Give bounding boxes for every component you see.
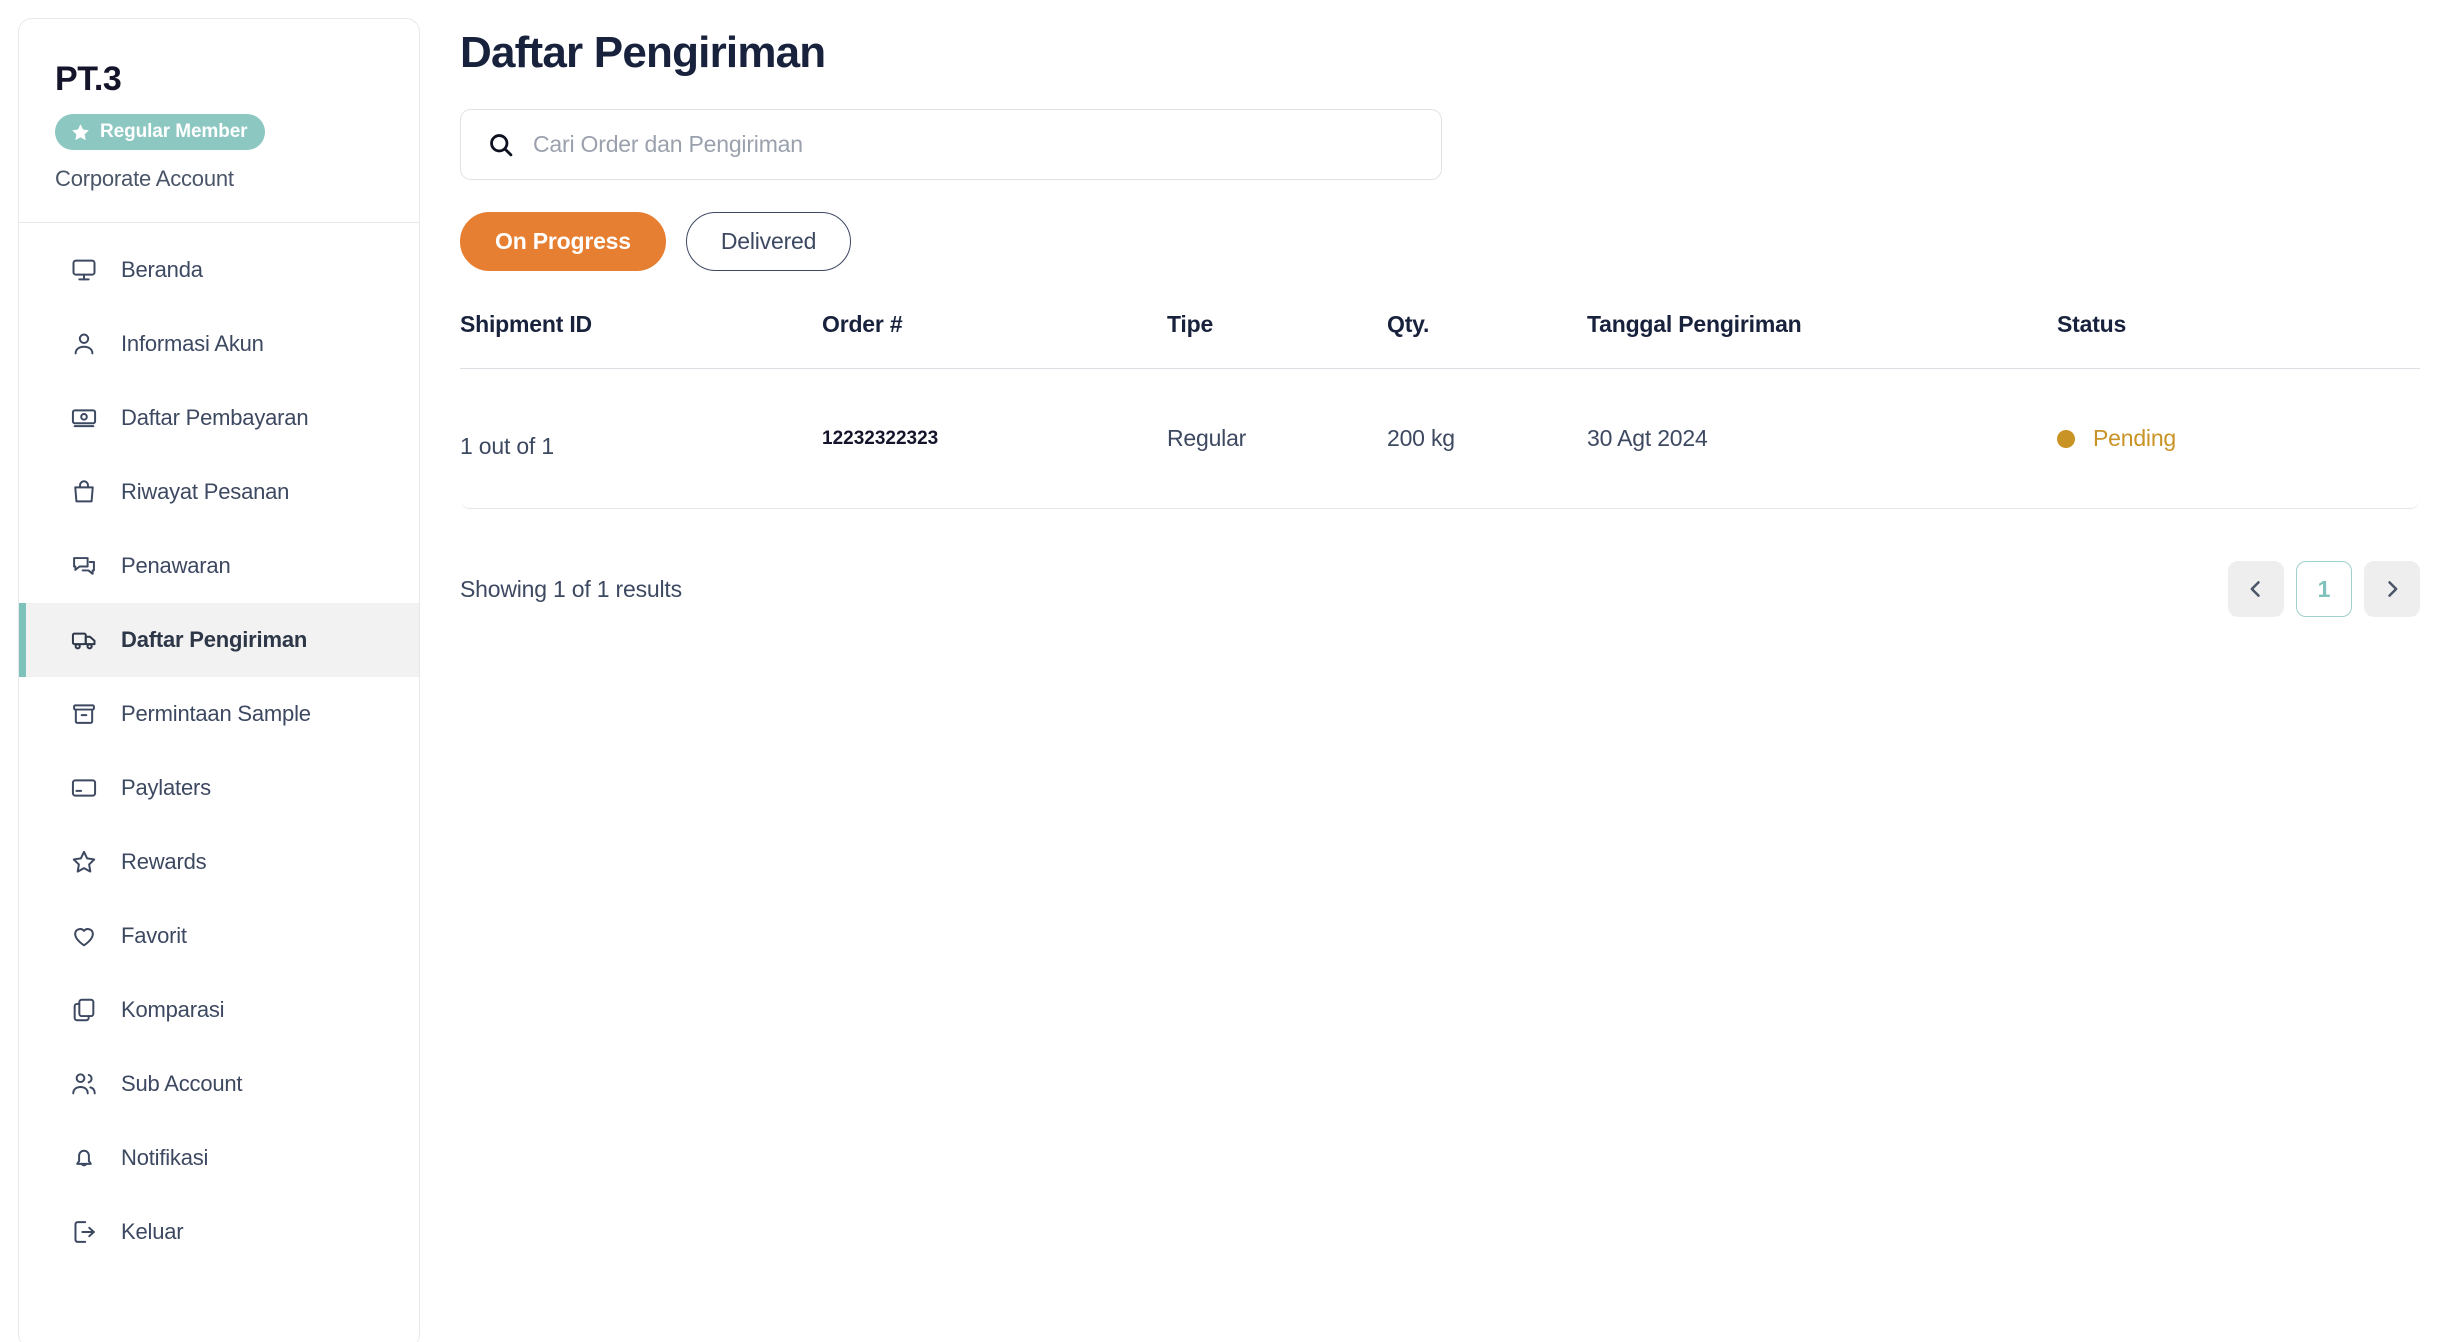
sidebar-item-daftar-pengiriman[interactable]: Daftar Pengiriman bbox=[19, 603, 419, 678]
sidebar-item-label: Permintaan Sample bbox=[121, 701, 311, 727]
search-bar[interactable] bbox=[460, 109, 1442, 180]
sidebar: PT.3 Regular Member Corporate Account Be… bbox=[18, 18, 420, 1342]
sidebar-item-label: Favorit bbox=[121, 923, 187, 949]
sidebar-item-label: Rewards bbox=[121, 849, 207, 875]
page-title: Daftar Pengiriman bbox=[460, 28, 826, 77]
sidebar-item-label: Riwayat Pesanan bbox=[121, 479, 290, 505]
sidebar-item-sub-account[interactable]: Sub Account bbox=[19, 1047, 419, 1121]
sidebar-item-label: Komparasi bbox=[121, 997, 225, 1023]
main-content: Daftar Pengiriman On Progress Delivered S… bbox=[460, 0, 2446, 1342]
column-header-order-no: Order # bbox=[822, 311, 903, 337]
sidebar-item-keluar[interactable]: Keluar bbox=[19, 1195, 419, 1269]
column-header-status: Status bbox=[2057, 311, 2127, 337]
sidebar-account-card: PT.3 Regular Member Corporate Account bbox=[19, 19, 419, 222]
truck-icon bbox=[69, 625, 99, 655]
sidebar-item-daftar-pembayaran[interactable]: Daftar Pembayaran bbox=[19, 381, 419, 455]
sidebar-item-rewards[interactable]: Rewards bbox=[19, 825, 419, 899]
sidebar-item-riwayat-pesanan[interactable]: Riwayat Pesanan bbox=[19, 455, 419, 529]
box-icon bbox=[69, 699, 99, 729]
chevron-right-icon bbox=[2382, 579, 2402, 599]
app-root: PT.3 Regular Member Corporate Account Be… bbox=[0, 0, 2446, 1342]
sidebar-item-komparasi[interactable]: Komparasi bbox=[19, 973, 419, 1047]
money-icon bbox=[69, 403, 99, 433]
user-icon bbox=[69, 329, 99, 359]
sidebar-item-paylaters[interactable]: Paylaters bbox=[19, 751, 419, 825]
search-icon bbox=[487, 131, 515, 159]
pagination-prev-button[interactable] bbox=[2228, 561, 2284, 617]
shipments-table: Shipment ID Order # Tipe Qty. Tanggal Pe… bbox=[460, 311, 2420, 509]
cell-order-no: 12232322323 bbox=[822, 427, 939, 449]
table-footer: Showing 1 of 1 results 1 bbox=[460, 561, 2420, 617]
bag-icon bbox=[69, 477, 99, 507]
sidebar-nav: Beranda Informasi Akun Daftar Pembayaran Ri… bbox=[19, 223, 419, 1269]
filter-on-progress[interactable]: On Progress bbox=[460, 212, 666, 271]
status-filter-group: On Progress Delivered bbox=[460, 212, 2446, 271]
star-outline-icon bbox=[69, 847, 99, 877]
card-icon bbox=[69, 773, 99, 803]
pagination-page-1[interactable]: 1 bbox=[2296, 561, 2352, 617]
sidebar-item-beranda[interactable]: Beranda bbox=[19, 233, 419, 307]
column-header-tanggal: Tanggal Pengiriman bbox=[1587, 311, 1802, 337]
search-input[interactable] bbox=[533, 131, 1415, 158]
sidebar-item-label: Notifikasi bbox=[121, 1145, 209, 1171]
membership-badge: Regular Member bbox=[55, 114, 266, 151]
status-badge: Pending bbox=[2093, 425, 2177, 451]
star-icon bbox=[70, 122, 91, 143]
membership-badge-label: Regular Member bbox=[100, 121, 248, 143]
sidebar-item-label: Daftar Pengiriman bbox=[121, 627, 308, 653]
sidebar-item-informasi-akun[interactable]: Informasi Akun bbox=[19, 307, 419, 381]
status-dot-icon bbox=[2057, 429, 2075, 448]
users-icon bbox=[69, 1069, 99, 1099]
monitor-icon bbox=[69, 255, 99, 285]
sidebar-item-permintaan-sample[interactable]: Permintaan Sample bbox=[19, 677, 419, 751]
cell-tipe: Regular bbox=[1167, 425, 1247, 451]
sidebar-item-label: Paylaters bbox=[121, 775, 211, 801]
cell-shipment-id: 1 out of 1 bbox=[460, 433, 554, 459]
table-row[interactable]: 1 out of 1 12232322323 Regular 200 kg 30 Agt… bbox=[460, 369, 2420, 509]
company-name: PT.3 bbox=[55, 60, 122, 98]
sidebar-item-label: Informasi Akun bbox=[121, 331, 264, 357]
column-header-qty: Qty. bbox=[1387, 311, 1430, 337]
bell-icon bbox=[69, 1143, 99, 1173]
chevron-left-icon bbox=[2246, 579, 2266, 599]
pagination: 1 bbox=[2228, 561, 2420, 617]
sidebar-item-label: Daftar Pembayaran bbox=[121, 405, 309, 431]
results-count: Showing 1 of 1 results bbox=[460, 575, 682, 602]
sidebar-item-label: Beranda bbox=[121, 257, 203, 283]
sidebar-item-label: Penawaran bbox=[121, 553, 231, 579]
table-header-row: Shipment ID Order # Tipe Qty. Tanggal Pe… bbox=[460, 311, 2420, 369]
sidebar-item-notifikasi[interactable]: Notifikasi bbox=[19, 1121, 419, 1195]
heart-icon bbox=[69, 921, 99, 951]
sidebar-item-label: Keluar bbox=[121, 1219, 184, 1245]
copy-icon bbox=[69, 995, 99, 1025]
chat-icon bbox=[69, 551, 99, 581]
cell-qty: 200 kg bbox=[1387, 425, 1455, 451]
account-type: Corporate Account bbox=[55, 166, 234, 192]
cell-status: Pending bbox=[2057, 425, 2417, 452]
logout-icon bbox=[69, 1217, 99, 1247]
pagination-next-button[interactable] bbox=[2364, 561, 2420, 617]
sidebar-item-label: Sub Account bbox=[121, 1071, 243, 1097]
sidebar-item-favorit[interactable]: Favorit bbox=[19, 899, 419, 973]
sidebar-item-penawaran[interactable]: Penawaran bbox=[19, 529, 419, 603]
cell-tanggal: 30 Agt 2024 bbox=[1587, 425, 1708, 451]
filter-delivered[interactable]: Delivered bbox=[685, 212, 852, 271]
column-header-tipe: Tipe bbox=[1167, 311, 1214, 337]
table-body: 1 out of 1 12232322323 Regular 200 kg 30 Agt… bbox=[460, 369, 2420, 509]
column-header-shipment-id: Shipment ID bbox=[460, 311, 592, 337]
